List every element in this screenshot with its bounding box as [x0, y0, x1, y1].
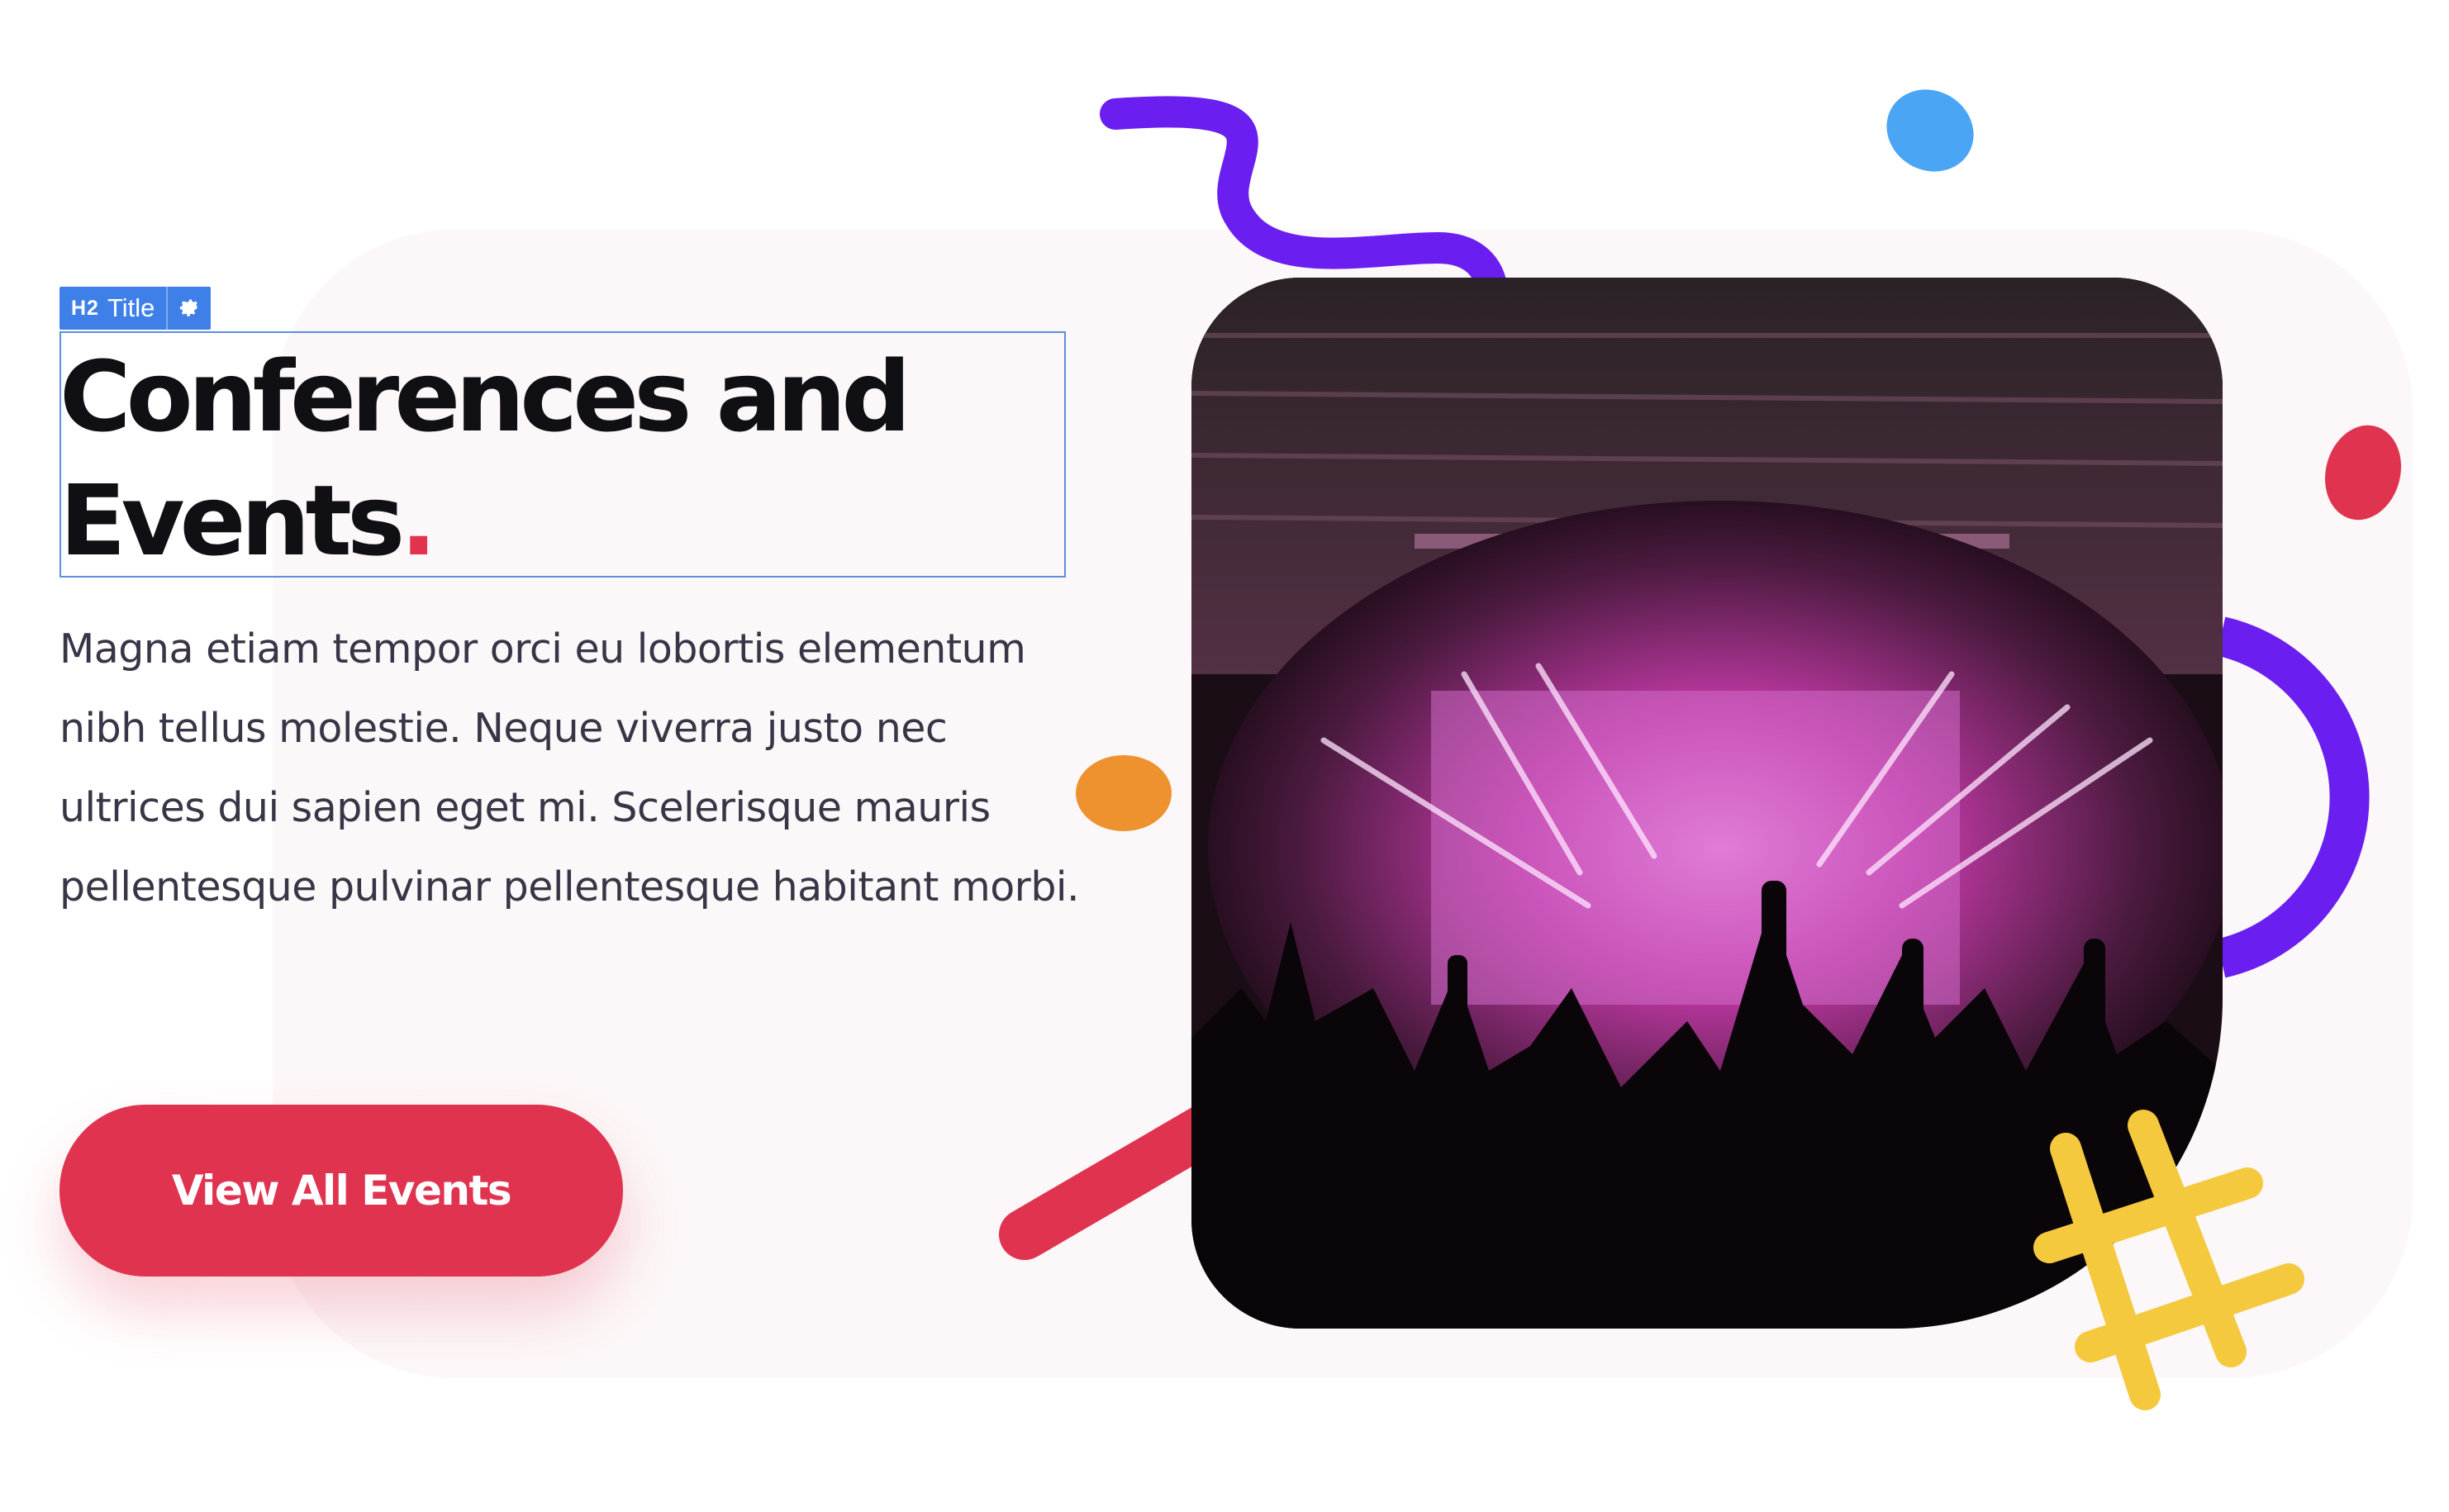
- page-title-text: Conferences and Events: [59, 340, 911, 578]
- view-all-events-button[interactable]: View All Events: [59, 1105, 623, 1277]
- title-accent-dot: .: [400, 464, 437, 578]
- page: H2 Title Conferences and Events. Magna e…: [0, 0, 2449, 1512]
- editor-tag-text: Title: [107, 293, 155, 322]
- editor-tag-label: H2 Title: [59, 287, 166, 330]
- editor-element-tag[interactable]: H2 Title: [59, 287, 212, 330]
- heading-level-badge: H2: [71, 297, 99, 320]
- hero-description: Magna etiam tempor orci eu lobortis elem…: [59, 625, 1080, 911]
- gear-icon[interactable]: [166, 287, 211, 330]
- page-title: Conferences and Events.: [59, 335, 1051, 582]
